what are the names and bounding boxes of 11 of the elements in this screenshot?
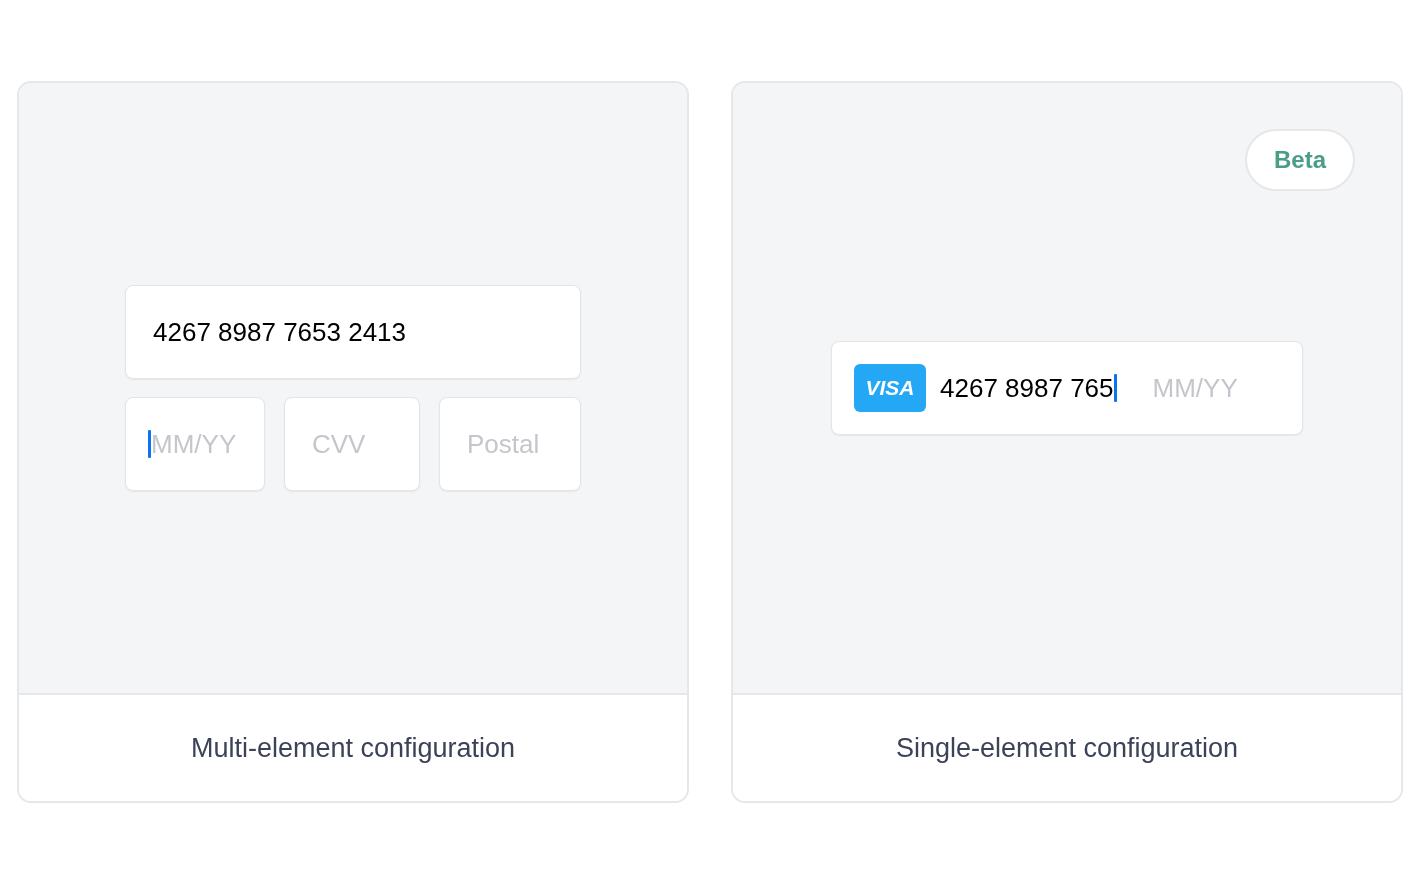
input-field[interactable]: CVV bbox=[284, 397, 420, 491]
expiry-placeholder: MM/YY bbox=[1152, 375, 1238, 401]
input-field[interactable]: 4267 8987 7653 2413 bbox=[125, 285, 581, 379]
caption: Multi-element configuration bbox=[190, 731, 516, 765]
input-field[interactable]: MM/YY bbox=[125, 397, 265, 491]
card-number-text: 4267 8987 765 bbox=[940, 375, 1114, 401]
visa-logo: VISA bbox=[854, 364, 926, 412]
input-field[interactable]: Postal bbox=[439, 397, 581, 491]
caption: Single-element configuration bbox=[895, 731, 1239, 765]
card-input-field[interactable]: VISA 4267 8987 765 MM/YY bbox=[831, 341, 1303, 435]
beta-badge: Beta bbox=[1245, 129, 1355, 191]
